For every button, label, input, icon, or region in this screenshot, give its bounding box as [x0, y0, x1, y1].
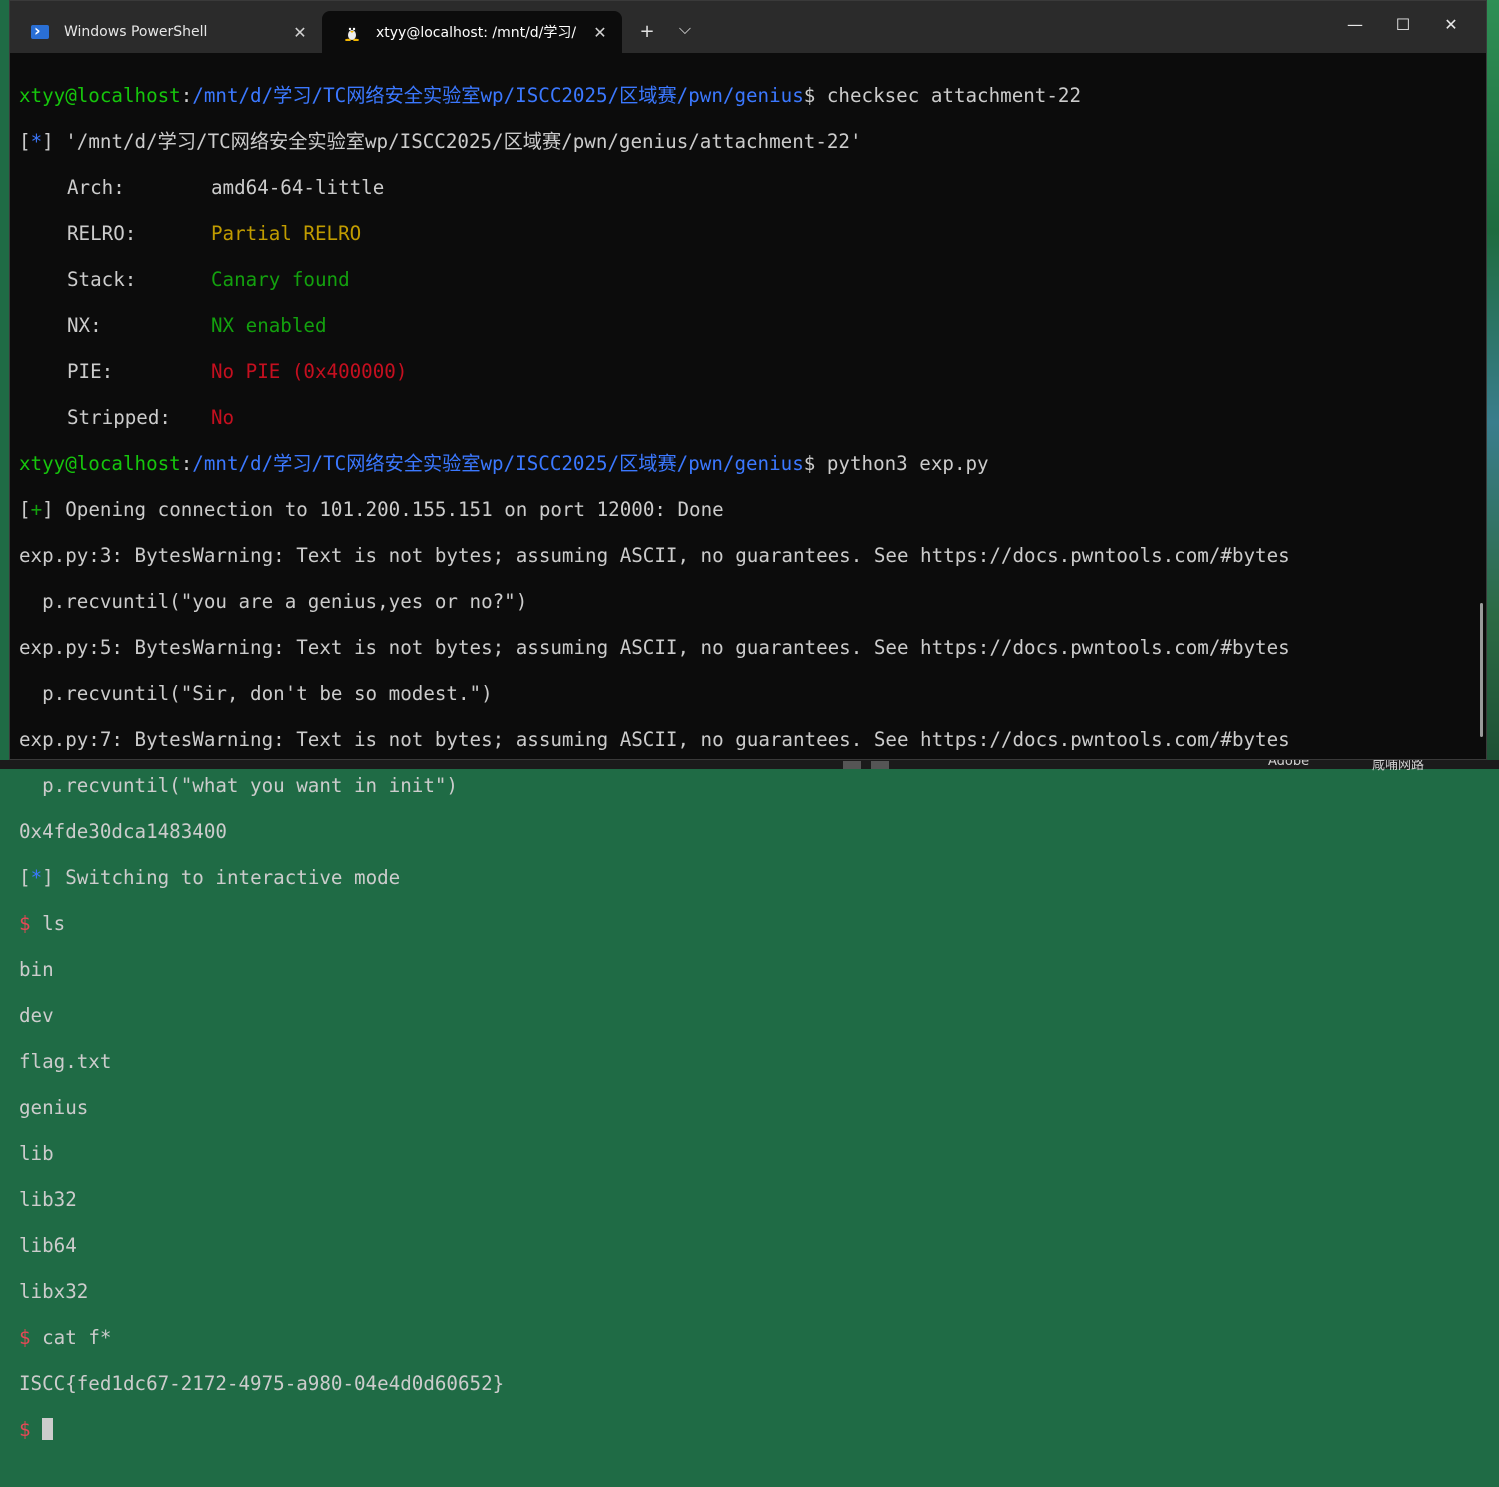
warning-line: exp.py:5: BytesWarning: Text is not byte…: [19, 636, 1290, 659]
powershell-icon: [30, 21, 50, 42]
ls-entry: flag.txt: [19, 1050, 112, 1073]
desktop-background: [1487, 0, 1499, 769]
output-line: p.recvuntil("you are a genius,yes or no?…: [19, 590, 528, 613]
checksec-key: Stripped:: [67, 406, 171, 429]
ls-entry: genius: [19, 1096, 89, 1119]
prompt-path: /mnt/d/学习/TC网络安全实验室wp/ISCC2025/区域赛/pwn/g…: [192, 84, 804, 107]
title-bar: Windows PowerShell ✕ xtyy@localhost: /mn…: [10, 1, 1486, 53]
checksec-row: PIE: No PIE (0x400000): [19, 360, 1459, 383]
minimize-button[interactable]: —: [1332, 15, 1378, 34]
ls-entry: lib: [19, 1142, 54, 1165]
checksec-value: Canary found: [211, 268, 350, 291]
checksec-key: NX:: [67, 314, 102, 337]
output-line: p.recvuntil("what you want in init"): [19, 774, 458, 797]
output-line: [*] '/mnt/d/学习/TC网络安全实验室wp/ISCC2025/区域赛/…: [19, 130, 862, 153]
scrollbar[interactable]: [1480, 603, 1483, 737]
command-text: ls: [42, 912, 66, 935]
checksec-row: Arch: amd64-64-little: [19, 176, 1459, 199]
close-window-button[interactable]: ✕: [1428, 15, 1474, 34]
chevron-down-icon[interactable]: ⌵: [670, 19, 700, 39]
checksec-value: NX enabled: [211, 314, 327, 337]
checksec-key: PIE:: [67, 360, 114, 383]
ls-entry: libx32: [19, 1280, 89, 1303]
terminal-window: Windows PowerShell ✕ xtyy@localhost: /mn…: [9, 0, 1487, 1441]
shell-prompt-line[interactable]: $: [19, 1418, 1459, 1441]
checksec-value: No: [211, 406, 235, 429]
maximize-button[interactable]: ☐: [1380, 15, 1426, 34]
output-text: Opening connection to 101.200.155.151 on…: [65, 498, 724, 521]
command-text: python3 exp.py: [826, 452, 989, 475]
prompt-user: xtyy@localhost: [19, 452, 181, 475]
checksec-key: RELRO:: [67, 222, 137, 245]
ls-entry: bin: [19, 958, 54, 981]
checksec-value: Partial RELRO: [211, 222, 362, 245]
checksec-row: NX: NX enabled: [19, 314, 1459, 337]
close-icon[interactable]: ✕: [288, 23, 312, 42]
prompt-line: xtyy@localhost:/mnt/d/学习/TC网络安全实验室wp/ISC…: [19, 84, 1082, 107]
tab-label: Windows PowerShell: [64, 24, 208, 40]
checksec-key: Stack:: [67, 268, 137, 291]
warning-line: exp.py:7: BytesWarning: Text is not byte…: [19, 728, 1290, 751]
output-line: [*] Switching to interactive mode: [19, 866, 401, 889]
flag-line: ISCC{fed1dc67-2172-4975-a980-04e4d0d6065…: [19, 1372, 505, 1395]
tab-linux-shell[interactable]: xtyy@localhost: /mnt/d/学习/ ✕: [322, 11, 622, 53]
shell-prompt-line: $ cat f*: [19, 1326, 112, 1349]
terminal-output[interactable]: xtyy@localhost:/mnt/d/学习/TC网络安全实验室wp/ISC…: [19, 61, 1459, 1441]
tab-label: xtyy@localhost: /mnt/d/学习/: [376, 25, 577, 41]
ls-entry: lib32: [19, 1188, 77, 1211]
ls-entry: lib64: [19, 1234, 77, 1257]
close-icon[interactable]: ✕: [588, 23, 612, 42]
prompt-path: /mnt/d/学习/TC网络安全实验室wp/ISCC2025/区域赛/pwn/g…: [192, 452, 804, 475]
prompt-user: xtyy@localhost: [19, 84, 181, 107]
leak-line: 0x4fde30dca1483400: [19, 820, 227, 843]
output-text: Switching to interactive mode: [65, 866, 401, 889]
output-line: p.recvuntil("Sir, don't be so modest."): [19, 682, 493, 705]
shell-prompt-line: $ ls: [19, 912, 66, 935]
checksec-value: No PIE (0x400000): [211, 360, 408, 383]
new-tab-button[interactable]: +: [632, 21, 662, 42]
checksec-row: Stack: Canary found: [19, 268, 1459, 291]
checksec-row: RELRO: Partial RELRO: [19, 222, 1459, 245]
checksec-row: Stripped: No: [19, 406, 1459, 429]
linux-penguin-icon: [342, 22, 362, 42]
command-text: cat f*: [42, 1326, 112, 1349]
tab-windows-powershell[interactable]: Windows PowerShell ✕: [10, 11, 322, 53]
output-line: [+] Opening connection to 101.200.155.15…: [19, 498, 724, 521]
warning-line: exp.py:3: BytesWarning: Text is not byte…: [19, 544, 1290, 567]
text-cursor: [42, 1418, 54, 1440]
ls-entry: dev: [19, 1004, 54, 1027]
output-text: '/mnt/d/学习/TC网络安全实验室wp/ISCC2025/区域赛/pwn/…: [65, 130, 862, 153]
checksec-value: amd64-64-little: [211, 176, 385, 199]
prompt-line: xtyy@localhost:/mnt/d/学习/TC网络安全实验室wp/ISC…: [19, 452, 989, 475]
checksec-key: Arch:: [67, 176, 125, 199]
command-text: checksec attachment-22: [826, 84, 1082, 107]
